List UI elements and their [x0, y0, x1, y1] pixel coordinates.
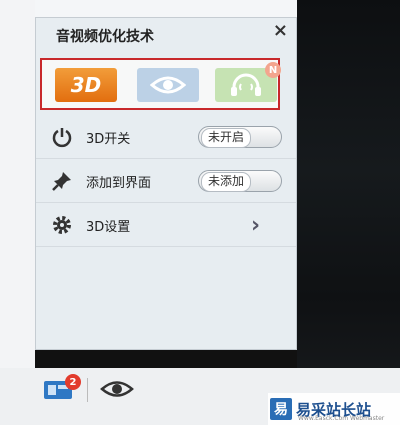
- taskbar-divider: [87, 378, 88, 402]
- headphones-icon: [231, 73, 261, 96]
- row-add-to-ui-label: 添加到界面: [86, 175, 152, 191]
- mode-3d-button[interactable]: 3D: [55, 68, 117, 102]
- row-3d-settings[interactable]: 3D设置 ›: [36, 204, 296, 247]
- panel-title: 音视频优化技术: [56, 29, 154, 45]
- av-optimization-panel: 音视频优化技术 × 3D N 3D开关 未开启 添加到界面 未添加 3D设置 ›: [35, 17, 297, 350]
- gear-icon: [50, 213, 74, 237]
- eye-icon: [100, 381, 134, 397]
- toggle-add-to-ui[interactable]: 未添加: [198, 170, 282, 192]
- taskbar-eye-button[interactable]: [100, 380, 134, 402]
- row-3d-switch-label: 3D开关: [86, 131, 131, 147]
- power-icon: [50, 125, 74, 149]
- watermark: 易 易采站长站 Www.Easck.Com Webmaster: [268, 393, 400, 425]
- toggle-add-to-ui-value: 未添加: [201, 172, 252, 192]
- eye-icon: [150, 76, 186, 94]
- watermark-subtext: Www.Easck.Com Webmaster: [298, 415, 385, 422]
- toggle-3d-switch[interactable]: 未开启: [198, 126, 282, 148]
- video-background: [297, 0, 400, 425]
- row-3d-switch: 3D开关 未开启: [36, 116, 296, 159]
- mode-3d-label: 3D: [70, 73, 102, 97]
- video-strip: [35, 350, 297, 368]
- close-button[interactable]: ×: [273, 22, 288, 40]
- watermark-logo: 易: [270, 398, 292, 420]
- mode-selector: 3D N: [40, 58, 281, 110]
- new-badge: N: [265, 62, 281, 78]
- mode-eye-button[interactable]: [137, 68, 199, 102]
- mode-audio-button[interactable]: N: [215, 62, 281, 102]
- chevron-right-icon: ›: [251, 212, 261, 238]
- pin-icon: [50, 169, 74, 193]
- row-3d-settings-label: 3D设置: [86, 219, 131, 235]
- toggle-3d-switch-value: 未开启: [201, 128, 252, 148]
- row-add-to-ui: 添加到界面 未添加: [36, 160, 296, 203]
- notification-badge: 2: [65, 374, 81, 390]
- desktop-background-left: [0, 0, 35, 425]
